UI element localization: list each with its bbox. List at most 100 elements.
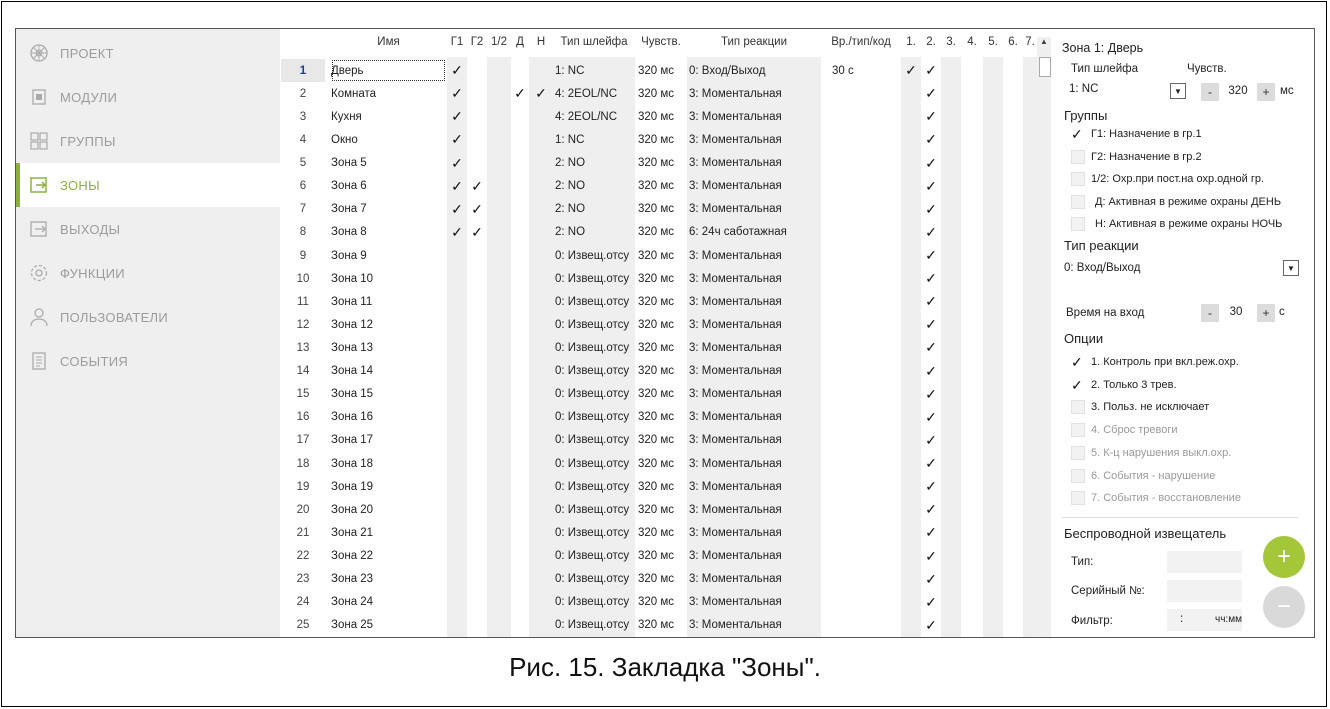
time-cell[interactable] xyxy=(832,267,898,290)
table-row[interactable]: 7 Зона 7 ✓ ✓ 2: NO 320 мс 3: Моментальная ✓ xyxy=(281,198,1036,221)
zone-name-cell[interactable]: Зона 5 xyxy=(331,151,446,174)
col-time-header[interactable]: Вр./тип/код xyxy=(821,31,901,54)
option2-checkbox-cell[interactable]: ✓ xyxy=(921,128,941,151)
table-row[interactable]: 20 Зона 20 0: Извещ.отсу 320 мс 3: Моменталь… xyxy=(281,498,1036,521)
g2-checkbox-cell[interactable]: ✓ xyxy=(467,198,487,221)
reaction-type-cell[interactable]: 3: Моментальная xyxy=(689,568,821,591)
option1-checkbox-cell[interactable] xyxy=(901,105,921,128)
table-row[interactable]: 10 Зона 10 0: Извещ.отсу 320 мс 3: Моменталь… xyxy=(281,267,1036,290)
day-checkbox-cell[interactable] xyxy=(511,290,529,313)
option1-checkbox-cell[interactable] xyxy=(901,198,921,221)
sensitivity-value[interactable]: 320 xyxy=(1223,85,1253,97)
row-number[interactable]: 23 xyxy=(281,568,325,591)
remove-device-button[interactable]: − xyxy=(1263,586,1305,628)
zone-name-cell[interactable]: Кухня xyxy=(331,105,446,128)
row-number[interactable]: 17 xyxy=(281,429,325,452)
col-o1-header[interactable]: 1. xyxy=(901,31,921,54)
option2-checkbox-cell[interactable]: ✓ xyxy=(921,614,941,637)
time-cell[interactable] xyxy=(832,244,898,267)
table-row[interactable]: 21 Зона 21 0: Извещ.отсу 320 мс 3: Моменталь… xyxy=(281,521,1036,544)
day-checkbox-cell[interactable] xyxy=(511,59,529,82)
group-checkbox[interactable] xyxy=(1071,194,1085,209)
g1-checkbox-cell[interactable] xyxy=(447,290,467,313)
loop-type-cell[interactable]: 0: Извещ.отсу xyxy=(555,614,635,637)
table-row[interactable]: 4 Окно ✓ 1: NC 320 мс 3: Моментальная ✓ xyxy=(281,128,1036,151)
table-row[interactable]: 6 Зона 6 ✓ ✓ 2: NO 320 мс 3: Моментальная ✓ xyxy=(281,175,1036,198)
day-checkbox-cell[interactable] xyxy=(511,313,529,336)
option1-checkbox-cell[interactable] xyxy=(901,221,921,244)
table-row[interactable]: 23 Зона 23 0: Извещ.отсу 320 мс 3: Моменталь… xyxy=(281,568,1036,591)
row-number[interactable]: 13 xyxy=(281,336,325,359)
reaction-type-cell[interactable]: 0: Вход/Выход xyxy=(689,59,821,82)
loop-type-cell[interactable]: 0: Извещ.отсу xyxy=(555,290,635,313)
g12-checkbox-cell[interactable] xyxy=(487,614,511,637)
g1-checkbox-cell[interactable] xyxy=(447,360,467,383)
sensitivity-increment-button[interactable]: + xyxy=(1257,83,1275,101)
col-o5-header[interactable]: 5. xyxy=(983,31,1003,54)
row-number[interactable]: 24 xyxy=(281,591,325,614)
sensitivity-cell[interactable]: 320 мс xyxy=(638,198,688,221)
add-device-button[interactable]: + xyxy=(1263,536,1305,578)
g2-checkbox-cell[interactable] xyxy=(467,59,487,82)
sensitivity-cell[interactable]: 320 мс xyxy=(638,406,688,429)
time-cell[interactable] xyxy=(832,614,898,637)
scroll-up-icon[interactable]: ▲ xyxy=(1040,37,1048,46)
day-checkbox-cell[interactable] xyxy=(511,198,529,221)
day-checkbox-cell[interactable] xyxy=(511,360,529,383)
option2-checkbox-cell[interactable]: ✓ xyxy=(921,267,941,290)
col-reaction-header[interactable]: Тип реакции xyxy=(687,31,821,54)
option1-checkbox-cell[interactable] xyxy=(901,614,921,637)
time-cell[interactable] xyxy=(832,336,898,359)
row-number[interactable]: 22 xyxy=(281,545,325,568)
row-number[interactable]: 20 xyxy=(281,498,325,521)
loop-type-cell[interactable]: 0: Извещ.отсу xyxy=(555,498,635,521)
loop-type-cell[interactable]: 2: NO xyxy=(555,221,635,244)
option1-checkbox-cell[interactable] xyxy=(901,290,921,313)
option2-checkbox-cell[interactable]: ✓ xyxy=(921,360,941,383)
reaction-type-cell[interactable]: 3: Моментальная xyxy=(689,175,821,198)
day-checkbox-cell[interactable] xyxy=(511,267,529,290)
sensitivity-cell[interactable]: 320 мс xyxy=(638,614,688,637)
table-row[interactable]: 1 Дверь ✓ 1: NC 320 мс 0: Вход/Выход 30 с ✓ ✓ xyxy=(281,59,1036,83)
row-number[interactable]: 16 xyxy=(281,406,325,429)
option2-checkbox-cell[interactable]: ✓ xyxy=(921,545,941,568)
loop-type-cell[interactable]: 2: NO xyxy=(555,151,635,174)
zone-name-cell[interactable]: Зона 10 xyxy=(331,267,446,290)
day-checkbox-cell[interactable] xyxy=(511,591,529,614)
day-checkbox-cell[interactable] xyxy=(511,498,529,521)
table-row[interactable]: 25 Зона 25 0: Извещ.отсу 320 мс 3: Моменталь… xyxy=(281,614,1036,637)
zone-name-cell[interactable]: Дверь xyxy=(331,59,446,82)
option-checkbox[interactable] xyxy=(1071,400,1085,415)
loop-type-cell[interactable]: 0: Извещ.отсу xyxy=(555,429,635,452)
time-cell[interactable] xyxy=(832,545,898,568)
night-checkbox-cell[interactable] xyxy=(529,452,553,475)
option1-checkbox-cell[interactable] xyxy=(901,591,921,614)
g1-checkbox-cell[interactable]: ✓ xyxy=(447,198,467,221)
loop-type-cell[interactable]: 4: 2EOL/NC xyxy=(555,105,635,128)
night-checkbox-cell[interactable] xyxy=(529,59,553,82)
loop-type-cell[interactable]: 4: 2EOL/NC xyxy=(555,82,635,105)
row-number[interactable]: 1 xyxy=(281,59,325,83)
loop-type-cell[interactable]: 0: Извещ.отсу xyxy=(555,475,635,498)
table-row[interactable]: 24 Зона 24 0: Извещ.отсу 320 мс 3: Моменталь… xyxy=(281,591,1036,614)
g1-checkbox-cell[interactable] xyxy=(447,568,467,591)
entry-time-increment-button[interactable]: + xyxy=(1257,304,1275,322)
night-checkbox-cell[interactable] xyxy=(529,290,553,313)
night-checkbox-cell[interactable] xyxy=(529,545,553,568)
sidebar-item-functions[interactable]: ФУНКЦИИ xyxy=(16,251,280,295)
zone-name-cell[interactable]: Зона 9 xyxy=(331,244,446,267)
g12-checkbox-cell[interactable] xyxy=(487,429,511,452)
g12-checkbox-cell[interactable] xyxy=(487,591,511,614)
night-checkbox-cell[interactable] xyxy=(529,267,553,290)
g1-checkbox-cell[interactable] xyxy=(447,383,467,406)
option2-checkbox-cell[interactable]: ✓ xyxy=(921,498,941,521)
night-checkbox-cell[interactable] xyxy=(529,429,553,452)
g2-checkbox-cell[interactable] xyxy=(467,151,487,174)
g12-checkbox-cell[interactable] xyxy=(487,59,511,82)
reaction-type-cell[interactable]: 3: Моментальная xyxy=(689,82,821,105)
table-row[interactable]: 14 Зона 14 0: Извещ.отсу 320 мс 3: Моменталь… xyxy=(281,360,1036,383)
table-row[interactable]: 2 Комната ✓ ✓ ✓ 4: 2EOL/NC 320 мс 3: Моментальн… xyxy=(281,82,1036,105)
g1-checkbox-cell[interactable]: ✓ xyxy=(447,128,467,151)
day-checkbox-cell[interactable] xyxy=(511,568,529,591)
g2-checkbox-cell[interactable] xyxy=(467,498,487,521)
